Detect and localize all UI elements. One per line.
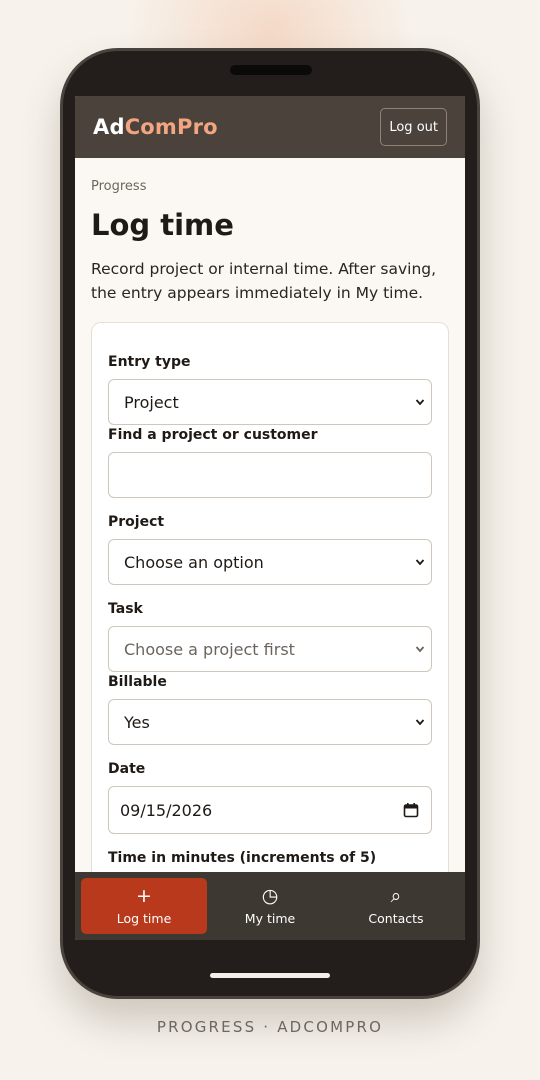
clock-icon: ◷ — [261, 885, 279, 907]
brand-part1: Ad — [93, 115, 125, 139]
task-label: Task — [108, 601, 143, 617]
chevron-down-icon — [415, 719, 425, 726]
log-time-form: Entry type Project Find a project or cus… — [91, 322, 449, 922]
project-select[interactable]: Choose an option — [108, 539, 432, 585]
entry-type-label: Entry type — [108, 354, 191, 370]
plus-icon: + — [136, 885, 152, 907]
home-indicator — [210, 973, 330, 978]
billable-value: Yes — [124, 712, 150, 732]
nav-my-time-label: My time — [244, 911, 296, 926]
breadcrumb: Progress — [91, 179, 147, 194]
page-description: Record project or internal time. After s… — [91, 260, 437, 302]
find-project-label: Find a project or customer — [108, 427, 318, 443]
task-value: Choose a project first — [124, 639, 295, 659]
top-bar: AdComPro Log out — [75, 96, 465, 158]
calendar-icon[interactable] — [403, 802, 419, 818]
nav-log-time-label: Log time — [116, 911, 172, 926]
bottom-navigation: + Log time ◷ My time ⌕ Contacts — [75, 872, 465, 940]
chevron-down-icon — [415, 399, 425, 406]
logout-button[interactable]: Log out — [380, 108, 447, 146]
date-label: Date — [108, 761, 146, 777]
nav-contacts-label: Contacts — [368, 911, 424, 926]
nav-contacts[interactable]: ⌕ Contacts — [333, 878, 459, 934]
billable-select[interactable]: Yes — [108, 699, 432, 745]
project-value: Choose an option — [124, 552, 264, 572]
brand-logo: AdComPro — [93, 115, 218, 139]
entry-type-select[interactable]: Project — [108, 379, 432, 425]
date-input[interactable]: 09/15/2026 — [108, 786, 432, 834]
date-value: 09/15/2026 — [120, 800, 213, 820]
project-label: Project — [108, 514, 165, 530]
task-select[interactable]: Choose a project first — [108, 626, 432, 672]
main-content: Progress Log time Record project or inte… — [75, 158, 465, 922]
footer-caption: PROGRESS · ADCOMPRO — [156, 1018, 384, 1036]
find-project-input[interactable] — [108, 452, 432, 498]
chevron-down-icon — [415, 646, 425, 653]
app-screen: AdComPro Log out Progress Log time Recor… — [75, 96, 465, 940]
search-icon: ⌕ — [390, 885, 402, 907]
page-title: Log time — [91, 208, 234, 242]
phone-frame: AdComPro Log out Progress Log time Recor… — [60, 48, 480, 999]
brand-part2: ComPro — [124, 115, 218, 139]
entry-type-value: Project — [124, 392, 179, 412]
minutes-label: Time in minutes (increments of 5) — [108, 850, 377, 866]
nav-log-time[interactable]: + Log time — [81, 878, 207, 934]
phone-notch — [230, 65, 312, 75]
chevron-down-icon — [415, 559, 425, 566]
nav-my-time[interactable]: ◷ My time — [207, 878, 333, 934]
billable-label: Billable — [108, 674, 167, 690]
